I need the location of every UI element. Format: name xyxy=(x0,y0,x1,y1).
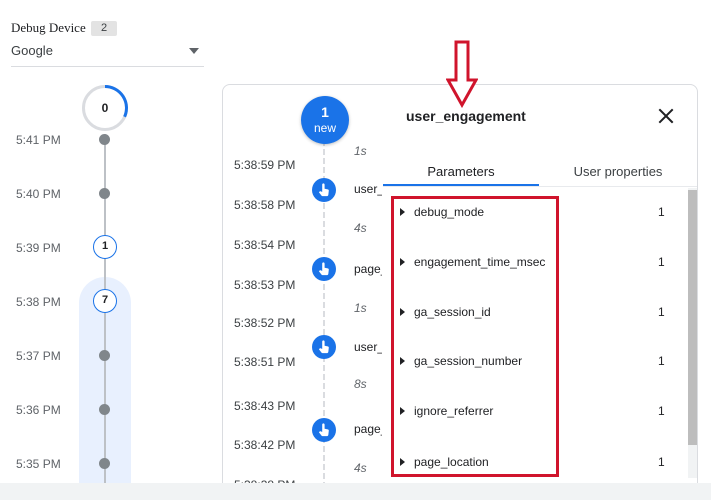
device-select[interactable]: Google xyxy=(11,41,204,67)
time-gap-label: 1s xyxy=(354,144,367,158)
minute-dot[interactable] xyxy=(99,404,110,415)
minute-event-count-badge-selected[interactable]: 7 xyxy=(93,289,117,313)
event-name-label[interactable]: user_ xyxy=(354,340,382,354)
event-name-label[interactable]: user_ xyxy=(354,182,382,196)
close-icon[interactable] xyxy=(656,106,676,126)
parameter-value: 1 xyxy=(658,455,665,469)
device-count-badge: 2 xyxy=(91,21,117,36)
second-time-label: 5:38:58 PM xyxy=(234,198,296,212)
event-name-label[interactable]: page_ xyxy=(354,422,382,436)
second-time-label: 5:38:43 PM xyxy=(234,399,296,413)
bottom-strip xyxy=(0,483,711,500)
minute-label: 5:36 PM xyxy=(16,403,61,417)
minute-dot[interactable] xyxy=(99,188,110,199)
parameter-value: 1 xyxy=(658,305,665,319)
red-arrow-down-icon xyxy=(446,40,478,108)
touch-hand-icon[interactable] xyxy=(312,257,336,281)
minute-dot[interactable] xyxy=(99,458,110,469)
second-time-label: 5:38:53 PM xyxy=(234,278,296,292)
minute-event-count-badge[interactable]: 1 xyxy=(93,235,117,259)
parameter-value: 1 xyxy=(658,404,665,418)
new-events-badge[interactable]: 1 new xyxy=(301,96,349,144)
minute-label: 5:40 PM xyxy=(16,187,61,201)
top-counter-ring[interactable]: 0 xyxy=(81,84,129,132)
red-highlight-box xyxy=(391,196,559,477)
top-counter-value: 0 xyxy=(101,101,109,115)
touch-hand-icon[interactable] xyxy=(312,178,336,202)
tab-parameters[interactable]: Parameters xyxy=(383,164,539,186)
minute-label: 5:37 PM xyxy=(16,349,61,363)
debug-device-label: Debug Device xyxy=(11,20,86,35)
minute-label: 5:39 PM xyxy=(16,241,61,255)
minute-label: 5:41 PM xyxy=(16,133,61,147)
time-gap-label: 4s xyxy=(354,461,367,475)
minute-label: 5:38 PM xyxy=(16,295,61,309)
new-events-label: new xyxy=(313,121,336,135)
chevron-down-icon xyxy=(189,48,199,54)
minute-dot[interactable] xyxy=(99,350,110,361)
event-detail-title: user_engagement xyxy=(406,108,526,124)
time-gap-label: 8s xyxy=(354,377,367,391)
minute-dot[interactable] xyxy=(99,134,110,145)
parameters-scrollbar-thumb[interactable] xyxy=(688,190,697,445)
parameter-value: 1 xyxy=(658,354,665,368)
touch-hand-icon[interactable] xyxy=(312,335,336,359)
second-time-label: 5:38:52 PM xyxy=(234,316,296,330)
tab-divider xyxy=(383,186,697,187)
second-time-label: 5:38:54 PM xyxy=(234,238,296,252)
touch-hand-icon[interactable] xyxy=(312,418,336,442)
tab-user-properties[interactable]: User properties xyxy=(539,164,697,186)
active-tab-indicator xyxy=(383,184,539,186)
event-name-label[interactable]: page_ xyxy=(354,262,382,276)
second-time-label: 5:38:42 PM xyxy=(234,438,296,452)
time-gap-label: 4s xyxy=(354,221,367,235)
new-events-count: 1 xyxy=(321,104,329,120)
parameter-value: 1 xyxy=(658,205,665,219)
minute-label: 5:35 PM xyxy=(16,457,61,471)
second-time-label: 5:38:59 PM xyxy=(234,158,296,172)
second-time-label: 5:38:51 PM xyxy=(234,355,296,369)
time-gap-label: 1s xyxy=(354,301,367,315)
parameter-value: 1 xyxy=(658,255,665,269)
device-select-value: Google xyxy=(11,43,53,58)
